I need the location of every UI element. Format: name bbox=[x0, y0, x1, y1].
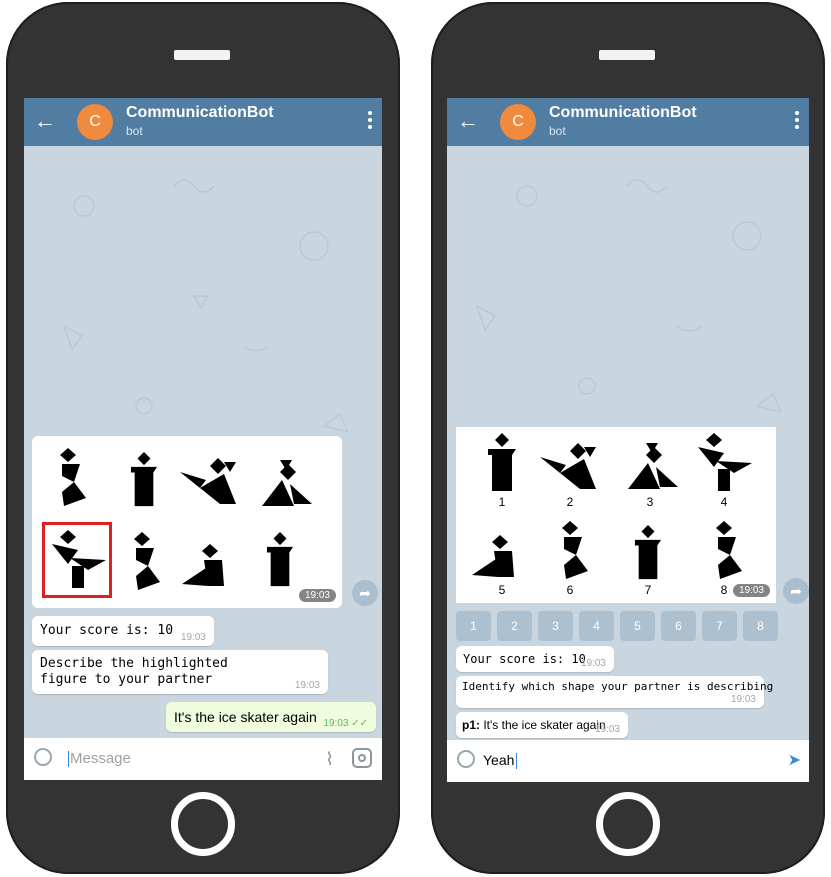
tangram-figure-1 bbox=[482, 433, 522, 493]
attach-icon[interactable]: ⌇ bbox=[325, 749, 334, 770]
answer-button-1[interactable]: 1 bbox=[456, 611, 491, 641]
chat-subtitle: bot bbox=[126, 124, 143, 138]
figure-label: 8 bbox=[720, 583, 728, 597]
figure-label: 3 bbox=[646, 495, 654, 509]
message-input-bar: Message ⌇ bbox=[24, 738, 382, 780]
tangram-image-message[interactable]: 19:03 bbox=[32, 436, 342, 608]
answer-button-6[interactable]: 6 bbox=[661, 611, 696, 641]
tangram-figure-7 bbox=[628, 525, 668, 581]
tangram-figure-3 bbox=[180, 458, 240, 508]
tangram-figure-8 bbox=[260, 532, 300, 588]
speaker-grille bbox=[599, 50, 655, 60]
tangram-figure-4 bbox=[694, 433, 754, 493]
figure-label: 2 bbox=[566, 495, 574, 509]
message-time: 19:03 bbox=[298, 589, 336, 602]
message-input-bar: Yeah ➤ bbox=[447, 740, 809, 782]
tangram-figure-5 bbox=[48, 530, 108, 590]
answer-button-8[interactable]: 8 bbox=[743, 611, 778, 641]
speaker-grille bbox=[174, 50, 230, 60]
chat-screen: ← C CommunicationBot bot 1 2 3 4 5 6 7 8… bbox=[447, 98, 809, 782]
answer-button-4[interactable]: 4 bbox=[579, 611, 614, 641]
message-text: p1: It's the ice skater again bbox=[462, 718, 606, 732]
camera-icon[interactable] bbox=[352, 748, 372, 768]
home-button[interactable] bbox=[171, 792, 235, 856]
avatar[interactable]: C bbox=[500, 104, 536, 140]
tangram-figure-1 bbox=[52, 448, 92, 508]
message-text: Your score is: 10 bbox=[463, 652, 586, 666]
emoji-icon[interactable] bbox=[34, 748, 52, 766]
tangram-figure-7 bbox=[180, 540, 240, 590]
home-button[interactable] bbox=[596, 792, 660, 856]
message-time: 19:03 bbox=[730, 694, 756, 705]
message-text: It's the ice skater again bbox=[174, 709, 317, 725]
tangram-figure-2 bbox=[540, 443, 600, 493]
tangram-figure-6 bbox=[126, 532, 166, 592]
message-input[interactable]: Message bbox=[68, 750, 131, 768]
chat-title: CommunicationBot bbox=[549, 104, 697, 121]
message-time: 19:03 bbox=[180, 632, 206, 643]
message-sender: p1: bbox=[462, 718, 480, 732]
score-message: Your score is: 10 19:03 bbox=[456, 646, 614, 672]
message-time-value: 19:03 bbox=[323, 718, 349, 729]
figure-label: 1 bbox=[498, 495, 506, 509]
answer-button-5[interactable]: 5 bbox=[620, 611, 655, 641]
tangram-figure-3 bbox=[620, 441, 680, 491]
tangram-image-message[interactable]: 1 2 3 4 5 6 7 8 19:03 bbox=[456, 427, 776, 603]
tangram-figure-8 bbox=[708, 521, 748, 581]
partner-message: p1: It's the ice skater again 19:03 bbox=[456, 712, 628, 738]
text-cursor bbox=[516, 753, 518, 770]
share-icon[interactable]: ➦ bbox=[783, 578, 809, 604]
tangram-figure-2 bbox=[124, 452, 164, 508]
more-vertical-icon[interactable] bbox=[368, 111, 372, 132]
message-text: Your score is: 10 bbox=[40, 623, 174, 638]
figure-label: 4 bbox=[720, 495, 728, 509]
message-time: 19:03 bbox=[294, 680, 320, 691]
share-icon[interactable]: ➦ bbox=[352, 580, 378, 606]
message-body: It's the ice skater again bbox=[483, 718, 606, 732]
figure-label: 5 bbox=[498, 583, 506, 597]
answer-button-7[interactable]: 7 bbox=[702, 611, 737, 641]
avatar[interactable]: C bbox=[77, 104, 113, 140]
chat-header: ← C CommunicationBot bot bbox=[24, 98, 382, 146]
tangram-figure-4 bbox=[254, 458, 314, 508]
score-message: Your score is: 10 19:03 bbox=[32, 616, 214, 646]
instruction-message: Describe the highlighted figure to your … bbox=[32, 650, 328, 694]
instruction-message: Identify which shape your partner is des… bbox=[456, 676, 773, 708]
message-time: 19:03 bbox=[594, 724, 620, 735]
double-check-icon: ✓✓ bbox=[351, 718, 368, 729]
tangram-figure-5 bbox=[470, 531, 530, 581]
outgoing-message: It's the ice skater again 19:03 ✓✓ bbox=[166, 702, 376, 732]
more-vertical-icon[interactable] bbox=[795, 111, 799, 132]
tangram-figure-6 bbox=[554, 521, 594, 581]
message-input-value: Yeah bbox=[483, 752, 515, 768]
arrow-left-icon[interactable]: ← bbox=[34, 108, 56, 134]
arrow-left-icon[interactable]: ← bbox=[457, 108, 479, 134]
message-placeholder: Message bbox=[70, 750, 131, 767]
chat-header: ← C CommunicationBot bot bbox=[447, 98, 809, 146]
left-phone: ← C CommunicationBot bot 19:03 ➦ Your sc… bbox=[6, 2, 400, 874]
answer-button-3[interactable]: 3 bbox=[538, 611, 573, 641]
chat-title: CommunicationBot bbox=[126, 104, 274, 121]
message-text: Describe the highlighted figure to your … bbox=[40, 656, 228, 687]
message-time: 19:03 ✓✓ bbox=[323, 718, 368, 729]
emoji-icon[interactable] bbox=[457, 750, 475, 768]
text-cursor bbox=[68, 751, 69, 768]
message-input[interactable]: Yeah bbox=[483, 752, 518, 770]
figure-label: 6 bbox=[566, 583, 574, 597]
answer-button-2[interactable]: 2 bbox=[497, 611, 532, 641]
chat-subtitle: bot bbox=[549, 124, 566, 138]
figure-label: 7 bbox=[644, 583, 652, 597]
message-text: Identify which shape your partner is des… bbox=[462, 680, 774, 693]
message-time: 19:03 bbox=[580, 658, 606, 669]
right-phone: ← C CommunicationBot bot 1 2 3 4 5 6 7 8… bbox=[431, 2, 825, 874]
message-time: 19:03 bbox=[732, 584, 770, 597]
chat-screen: ← C CommunicationBot bot 19:03 ➦ Your sc… bbox=[24, 98, 382, 780]
send-icon[interactable]: ➤ bbox=[788, 750, 801, 770]
answer-keyboard: 1 2 3 4 5 6 7 8 bbox=[456, 611, 778, 641]
